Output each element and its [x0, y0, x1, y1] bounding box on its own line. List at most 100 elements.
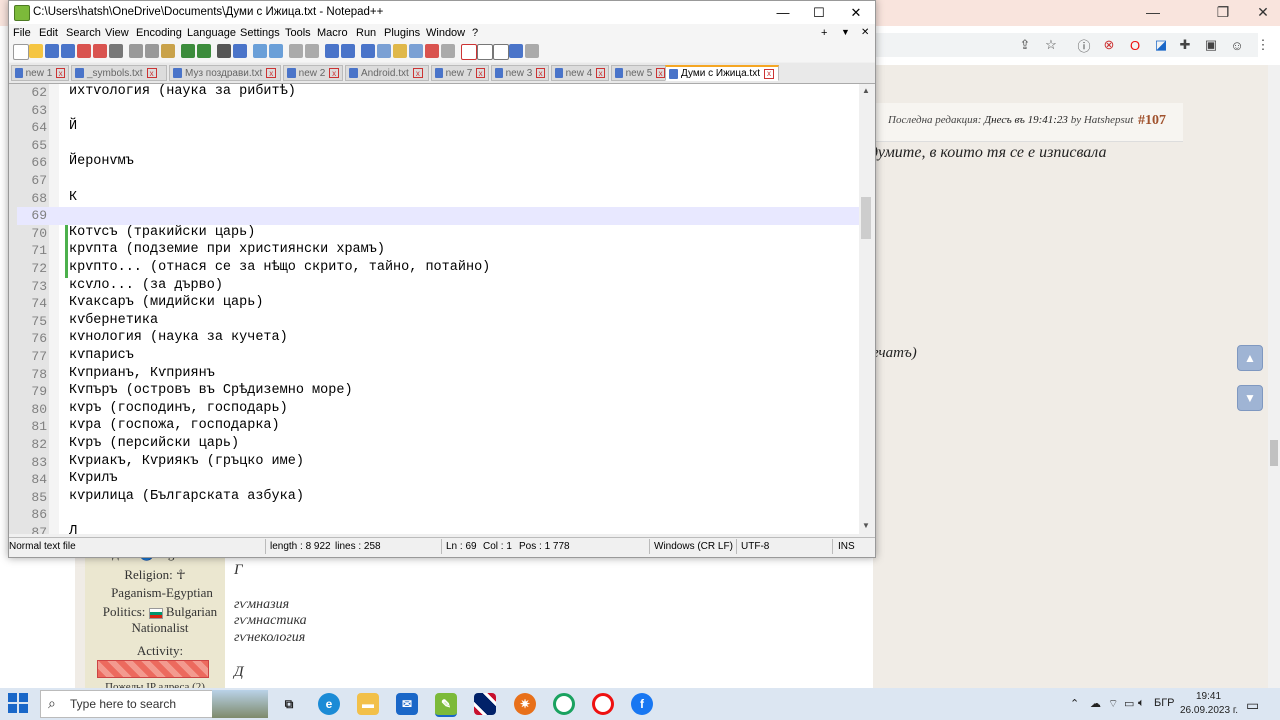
opera-icon[interactable] [592, 693, 614, 715]
line-number: 67 [31, 173, 47, 188]
line-text: кѵра (госпожа, господарка) [69, 418, 280, 434]
line-number: 86 [31, 507, 47, 523]
tray-chevron-icon[interactable]: ⌃ [1070, 697, 1079, 710]
editor-line[interactable]: 75 кѵбернетика [17, 313, 859, 331]
clock-time[interactable]: 19:41 [1196, 691, 1221, 702]
editor-line[interactable]: 64 Й [17, 119, 859, 137]
clock-date[interactable]: 26.09.2023 г. [1180, 705, 1238, 716]
editor-line[interactable]: 85 кѵрилица (Българската азбука) [17, 489, 859, 507]
line-text: кѵпарисъ [69, 348, 134, 363]
editor-line[interactable]: 67 [17, 172, 859, 190]
browser-close-button[interactable]: ✕ [1246, 0, 1280, 24]
section-letter-d: Д [234, 664, 244, 680]
status-pos: Pos : 1 778 [519, 541, 570, 552]
editor-scrollbar-thumb[interactable] [861, 197, 871, 239]
editor-line[interactable]: 86 [17, 506, 859, 524]
line-number: 62 [31, 85, 47, 100]
browser-maximize-button[interactable]: ❐ [1206, 0, 1240, 24]
side-panel-icon[interactable]: ▣ [1202, 36, 1220, 54]
editor-line[interactable]: 71 крѵпта (подземие при християнски храмъ… [17, 242, 859, 260]
post-edit-user[interactable]: Hatshepsut [1084, 114, 1134, 126]
share-icon[interactable]: ⇪ [1016, 36, 1034, 54]
facebook-icon[interactable]: f [631, 693, 653, 715]
browser-menu-icon[interactable]: ⋮ [1254, 36, 1272, 54]
battery-icon[interactable]: ▭ [1124, 697, 1134, 710]
status-lines: lines : 258 [335, 541, 381, 552]
editor-line[interactable]: 68 К [17, 190, 859, 208]
editor-line[interactable]: 83 Кѵриакъ, Кѵриякъ (гръцко име) [17, 454, 859, 472]
editor-line[interactable]: 78 Кѵприанъ, Кѵприянъ [17, 366, 859, 384]
scroll-up-button[interactable]: ▲ [1237, 345, 1263, 371]
line-number: 68 [31, 190, 47, 206]
line-text: Л [69, 524, 78, 534]
profile-avatar-icon[interactable]: ☺ [1228, 36, 1246, 54]
status-encoding[interactable]: UTF-8 [741, 541, 769, 552]
extension-info-icon[interactable]: ⓘ [1075, 36, 1093, 54]
editor-line[interactable]: 79 Кѵпъръ (островъ въ Срѣдиземно море) [17, 383, 859, 401]
editor-line[interactable]: 73 ксѵло... (за дърво) [17, 278, 859, 296]
line-text: Йеронѵмъ [69, 154, 134, 170]
religion-value: Paganism-Egyptian [111, 585, 213, 600]
app-orange-icon[interactable]: ✷ [514, 693, 536, 715]
uk-flag-icon[interactable] [474, 693, 496, 715]
page-scrollbar-thumb[interactable] [1270, 440, 1278, 466]
cloud-icon[interactable]: ☁ [1090, 697, 1101, 710]
line-number: 87 [31, 525, 47, 534]
editor-line[interactable]: 65 [17, 137, 859, 155]
editor-scrollbar[interactable] [859, 84, 874, 534]
wifi-icon[interactable]: ⌔ [1108, 697, 1118, 711]
extension-opera-icon[interactable]: O [1126, 36, 1144, 54]
browser-minimize-button[interactable]: — [1136, 0, 1170, 24]
editor-line[interactable]: 77 кѵпарисъ [17, 348, 859, 366]
editor-line[interactable]: 76 кѵнология (наука за кучета) [17, 330, 859, 348]
scroll-down-button[interactable]: ▼ [1237, 385, 1263, 411]
line-text: кѵрилица (Българската азбука) [69, 488, 304, 504]
line-number: 80 [31, 401, 47, 417]
editor-line[interactable]: 63 [17, 102, 859, 120]
editor-line[interactable]: 84 Кѵрилъ [17, 471, 859, 489]
editor-line[interactable]: 82 Кѵръ (персийски царь) [17, 436, 859, 454]
status-insert-mode[interactable]: INS [838, 541, 855, 552]
editor-line[interactable]: 81 кѵра (госпожа, господарка) [17, 418, 859, 436]
status-length: length : 8 922 [270, 541, 331, 552]
editor-line[interactable]: 70 Котѵсъ (тракийски царь) [17, 224, 859, 243]
editor-line[interactable]: 62 ихтѵология (наука за рибитѣ) [17, 84, 859, 102]
editor-line[interactable]: 87 Л [17, 524, 859, 534]
status-eol[interactable]: Windows (CR LF) [654, 541, 733, 552]
editor-line[interactable]: 80 кѵръ (господинъ, господарь) [17, 401, 859, 419]
editor-line[interactable]: 66 Йеронѵмъ [17, 154, 859, 172]
extension-translate-icon[interactable]: ◪ [1152, 36, 1170, 54]
status-separator [832, 539, 833, 554]
search-highlight-image [212, 690, 268, 718]
post-text-line: и думите, в които тя се е изписвала [858, 144, 1107, 161]
browser-address-bar[interactable] [873, 33, 1258, 57]
notification-icon[interactable]: ▭ [1246, 697, 1259, 714]
line-number: 81 [31, 419, 47, 435]
mail-icon[interactable]: ✉ [396, 693, 418, 715]
windows-start-icon[interactable] [8, 693, 30, 715]
edge-icon[interactable]: e [318, 693, 340, 715]
extension-block-icon[interactable]: ⊗ [1100, 36, 1118, 54]
editor-line[interactable]: 74 Кѵаксаръ (мидийски царь) [17, 295, 859, 313]
post-number-link[interactable]: #107 [1138, 113, 1166, 129]
chrome-icon[interactable] [553, 693, 575, 715]
line-text: крѵпта (подземие при християнски храмъ) [69, 242, 385, 258]
file-explorer-icon[interactable]: ▬ [357, 693, 379, 715]
task-view-icon[interactable]: ⧉ [278, 693, 300, 715]
line-number: 82 [31, 437, 47, 452]
scroll-down-arrow-icon[interactable]: ▼ [862, 521, 870, 530]
input-language[interactable]: БГР [1154, 697, 1175, 709]
post-edit-by: by [1070, 114, 1082, 126]
ip-addresses-link[interactable]: Пожелы IP адреса (2) [90, 681, 220, 688]
editor-line[interactable]: 69 [17, 207, 859, 225]
volume-icon[interactable]: 🔈︎ [1138, 697, 1145, 710]
close-doc-button[interactable]: ✕ [861, 27, 869, 38]
editor-line[interactable]: 72 крѵпто... (отнася се за нѣщо скрито, т… [17, 260, 859, 278]
section-letter-g: Г [234, 562, 243, 578]
scroll-up-arrow-icon[interactable]: ▲ [862, 86, 870, 95]
line-number: 72 [31, 261, 47, 276]
extensions-puzzle-icon[interactable]: ✚ [1176, 36, 1194, 54]
bookmark-star-icon[interactable]: ☆ [1042, 36, 1060, 54]
notepadpp-taskbar-icon[interactable]: ✎ [435, 693, 457, 717]
page-scrollbar[interactable] [1268, 65, 1280, 688]
